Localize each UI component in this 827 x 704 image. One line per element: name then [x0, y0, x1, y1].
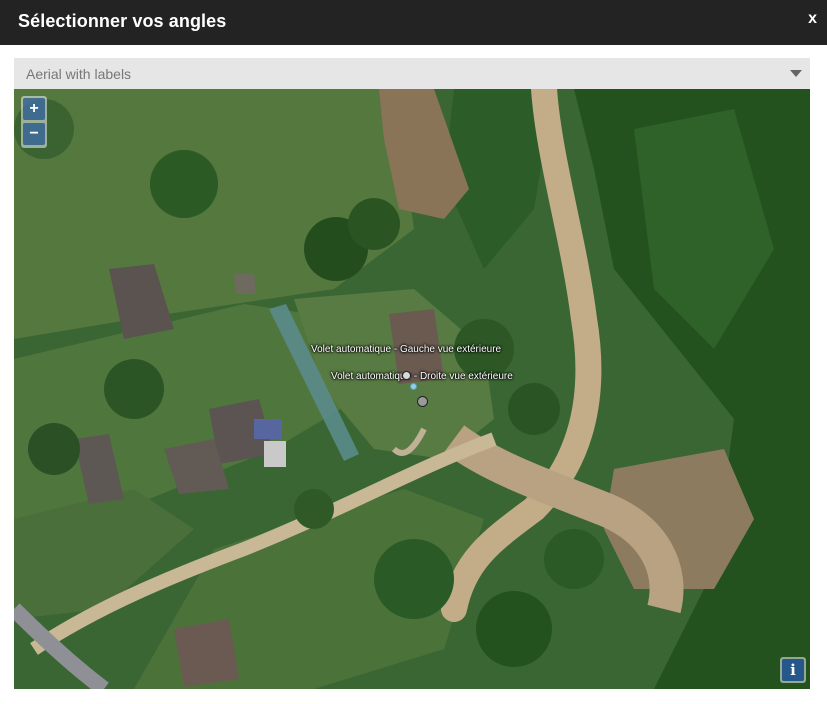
zoom-out-button[interactable]: − [23, 123, 45, 145]
zoom-in-button[interactable]: + [23, 98, 45, 120]
map-layer-select-value: Aerial with labels [26, 66, 132, 82]
marker-position-dot [410, 383, 417, 390]
map-layer-select[interactable]: Aerial with labels [14, 58, 810, 89]
dialog-title: Sélectionner vos angles [18, 11, 227, 31]
angle-selector-dialog: Sélectionner vos angles x Aerial with la… [0, 0, 827, 704]
marker-right-view[interactable] [417, 396, 428, 407]
info-icon[interactable]: i [782, 659, 804, 681]
aerial-map[interactable]: + − Volet automatique - Gauche vue extér… [14, 89, 810, 689]
close-button[interactable]: x [808, 10, 817, 28]
marker-left-view[interactable] [402, 371, 411, 380]
marker-label-right: Volet automatique - Droite vue extérieur… [331, 371, 513, 382]
marker-label-left: Volet automatique - Gauche vue extérieur… [311, 344, 502, 355]
attribution-info: i [780, 657, 806, 683]
dialog-header: Sélectionner vos angles x [0, 0, 827, 45]
chevron-down-icon [790, 70, 802, 77]
zoom-control: + − [21, 96, 47, 148]
